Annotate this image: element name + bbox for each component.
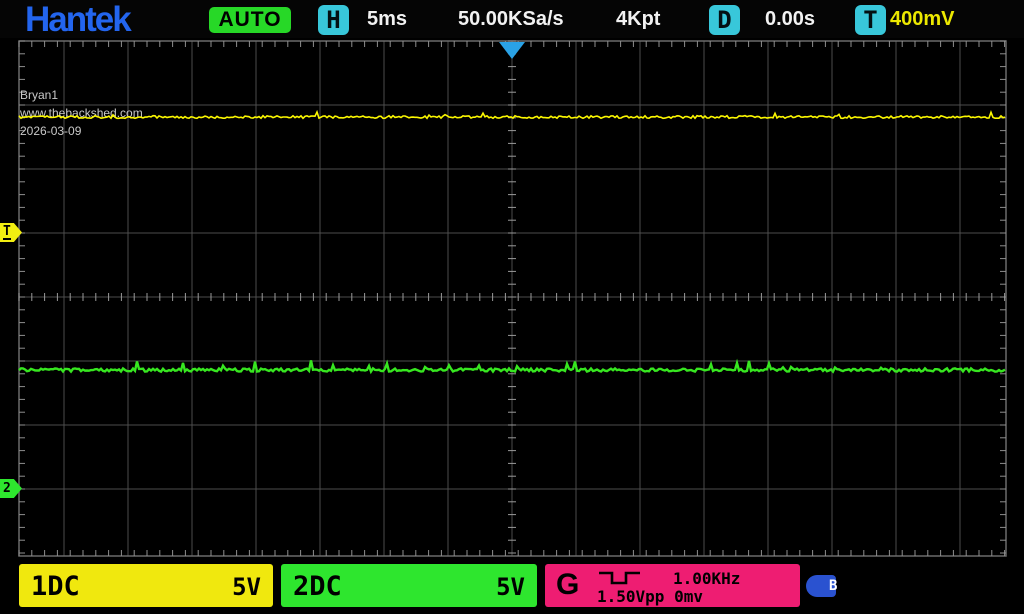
trigger-level-marker-label: T [3,226,11,240]
brand-logo: Hantek [25,0,130,40]
channel2-settings-box[interactable]: 2DC 5V [281,564,537,607]
channel1-coupling-label: 1DC [31,571,80,602]
delay-readout: 0.00s [765,8,815,31]
channel2-coupling-label: 2DC [293,571,342,602]
trigger-badge[interactable]: T [855,5,886,35]
sample-rate-readout: 50.00KSa/s [458,8,564,31]
channel1-scale-label: 5V [232,573,261,601]
waveform-traces [0,0,1024,614]
horizontal-menu-badge[interactable]: H [318,5,349,35]
memory-depth-readout: 4Kpt [616,8,660,31]
channel2-marker-label: 2 [3,483,11,494]
generator-label: G [556,568,579,602]
generator-offset: 0mv [674,587,703,606]
acquisition-mode-badge[interactable]: AUTO [209,7,291,33]
signal-generator-box[interactable]: G 1.00KHz 1.50Vpp 0mv [545,564,800,607]
status-bar: Hantek AUTO H 5ms 50.00KSa/s 4Kpt D 0.00… [0,0,1024,38]
trigger-position-marker[interactable] [499,42,525,59]
generator-amplitude-offset: 1.50Vpp 0mv [597,587,703,606]
channel1-settings-box[interactable]: 1DC 5V [19,564,273,607]
channel2-scale-label: 5V [496,573,525,601]
generator-amplitude: 1.50Vpp [597,587,664,606]
delay-badge[interactable]: D [709,5,740,35]
usb-indicator-label: B [829,578,837,594]
trigger-level-readout: 400mV [890,8,955,31]
bottom-bar: 1DC 5V 2DC 5V G 1.00KHz 1.50Vpp 0mv B [0,562,1024,614]
oscilloscope-screen: Hantek AUTO H 5ms 50.00KSa/s 4Kpt D 0.00… [0,0,1024,614]
generator-frequency: 1.00KHz [673,569,740,588]
timebase-readout: 5ms [367,8,407,31]
